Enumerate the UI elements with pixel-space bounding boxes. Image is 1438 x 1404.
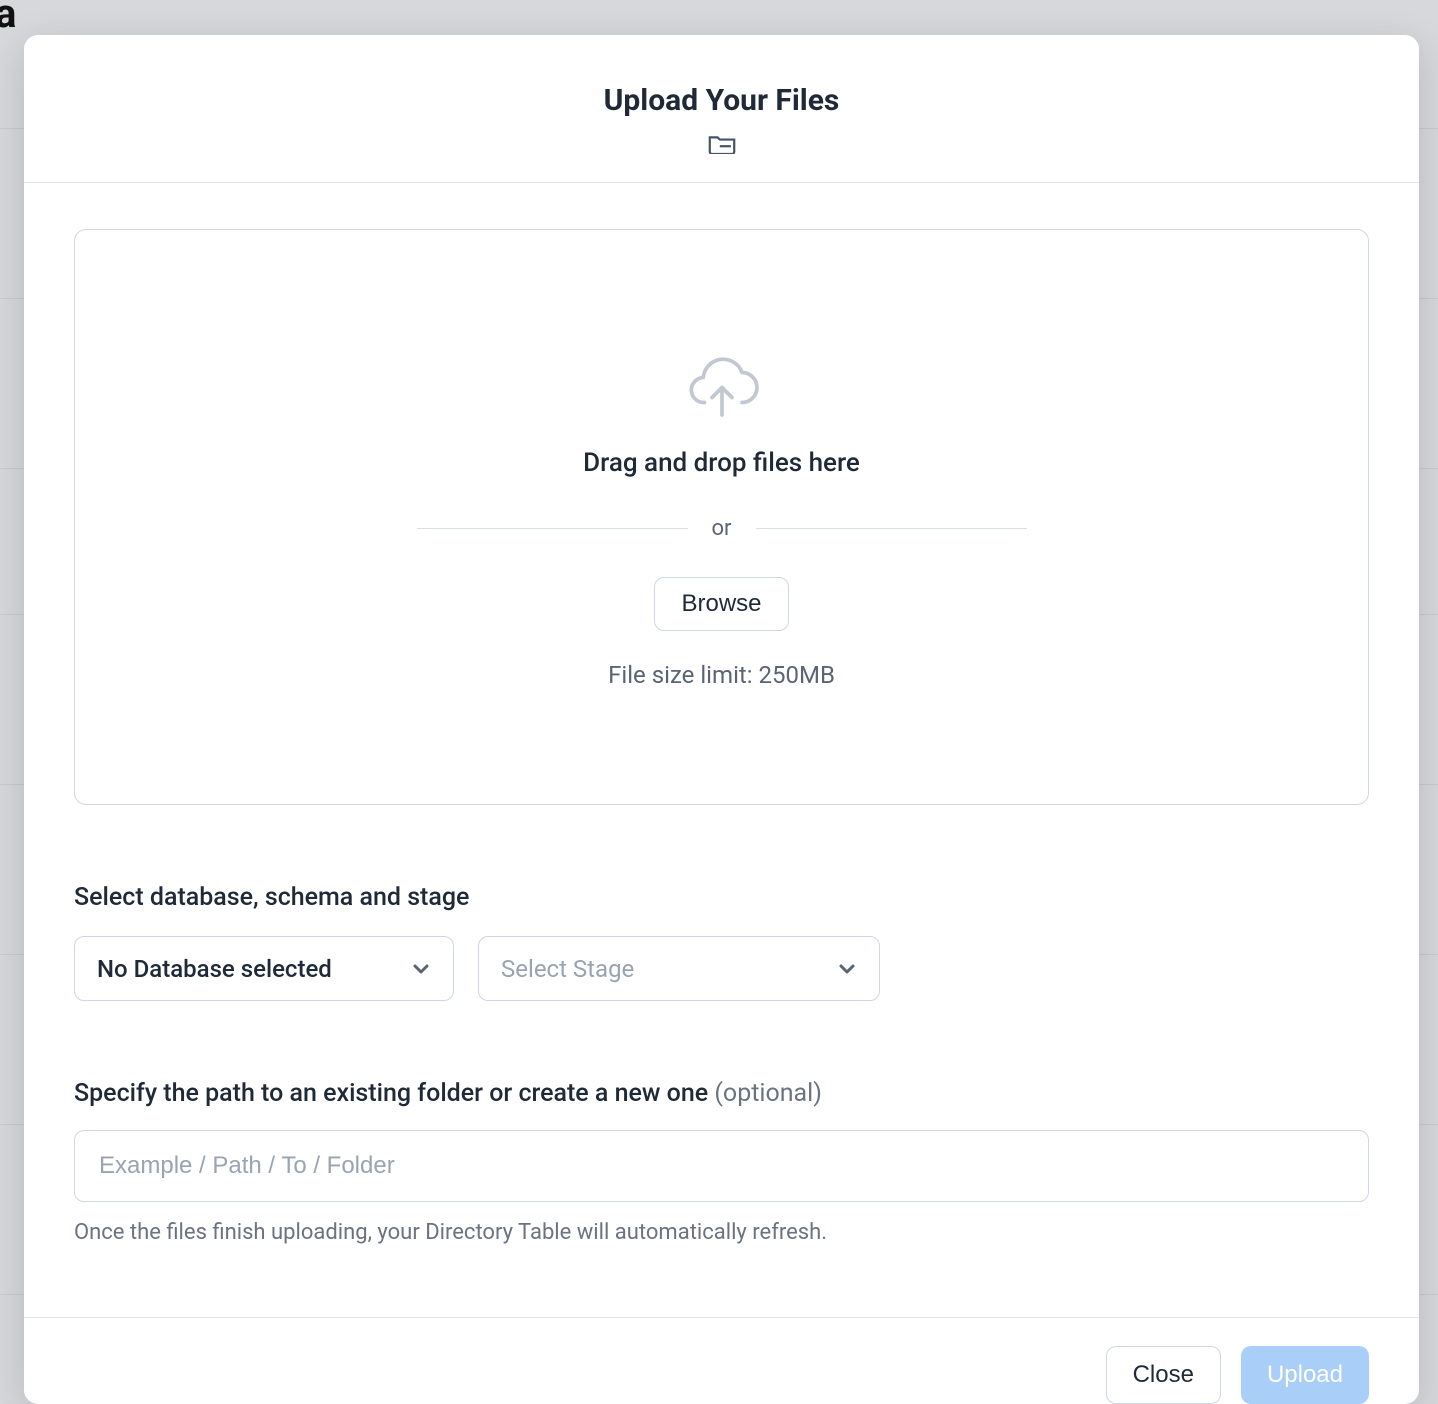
database-select-value: No Database selected: [97, 955, 332, 983]
close-button[interactable]: Close: [1106, 1346, 1221, 1404]
modal-header: Upload Your Files: [24, 35, 1419, 183]
database-select[interactable]: No Database selected: [74, 936, 454, 1001]
path-optional-text: (optional): [714, 1079, 822, 1108]
upload-hint: Once the files finish uploading, your Di…: [74, 1220, 1369, 1245]
folder-icon: [708, 134, 736, 154]
dropzone-or-divider: or: [417, 516, 1027, 541]
path-label: Specify the path to an existing folder o…: [74, 1079, 1369, 1108]
folder-path-input[interactable]: [74, 1130, 1369, 1202]
upload-button[interactable]: Upload: [1241, 1346, 1369, 1404]
stage-select[interactable]: Select Stage: [478, 936, 880, 1001]
browse-button[interactable]: Browse: [654, 577, 788, 631]
or-text: or: [712, 516, 732, 541]
stage-select-placeholder: Select Stage: [501, 955, 634, 983]
chevron-down-icon: [411, 959, 431, 979]
cloud-upload-icon: [682, 354, 762, 426]
db-section-label: Select database, schema and stage: [74, 883, 1369, 912]
file-size-limit: File size limit: 250MB: [608, 661, 835, 689]
path-label-text: Specify the path to an existing folder o…: [74, 1079, 714, 1108]
select-row: No Database selected Select Stage: [74, 936, 1369, 1001]
background-page-title-fragment: ata: [0, 0, 16, 37]
modal-body: Drag and drop files here or Browse File …: [24, 183, 1419, 1317]
modal-title: Upload Your Files: [604, 83, 840, 118]
dropzone-instruction: Drag and drop files here: [583, 448, 860, 478]
modal-footer: Close Upload: [24, 1317, 1419, 1404]
upload-files-modal: Upload Your Files Drag and drop files he…: [24, 35, 1419, 1404]
file-dropzone[interactable]: Drag and drop files here or Browse File …: [74, 229, 1369, 805]
chevron-down-icon: [837, 959, 857, 979]
